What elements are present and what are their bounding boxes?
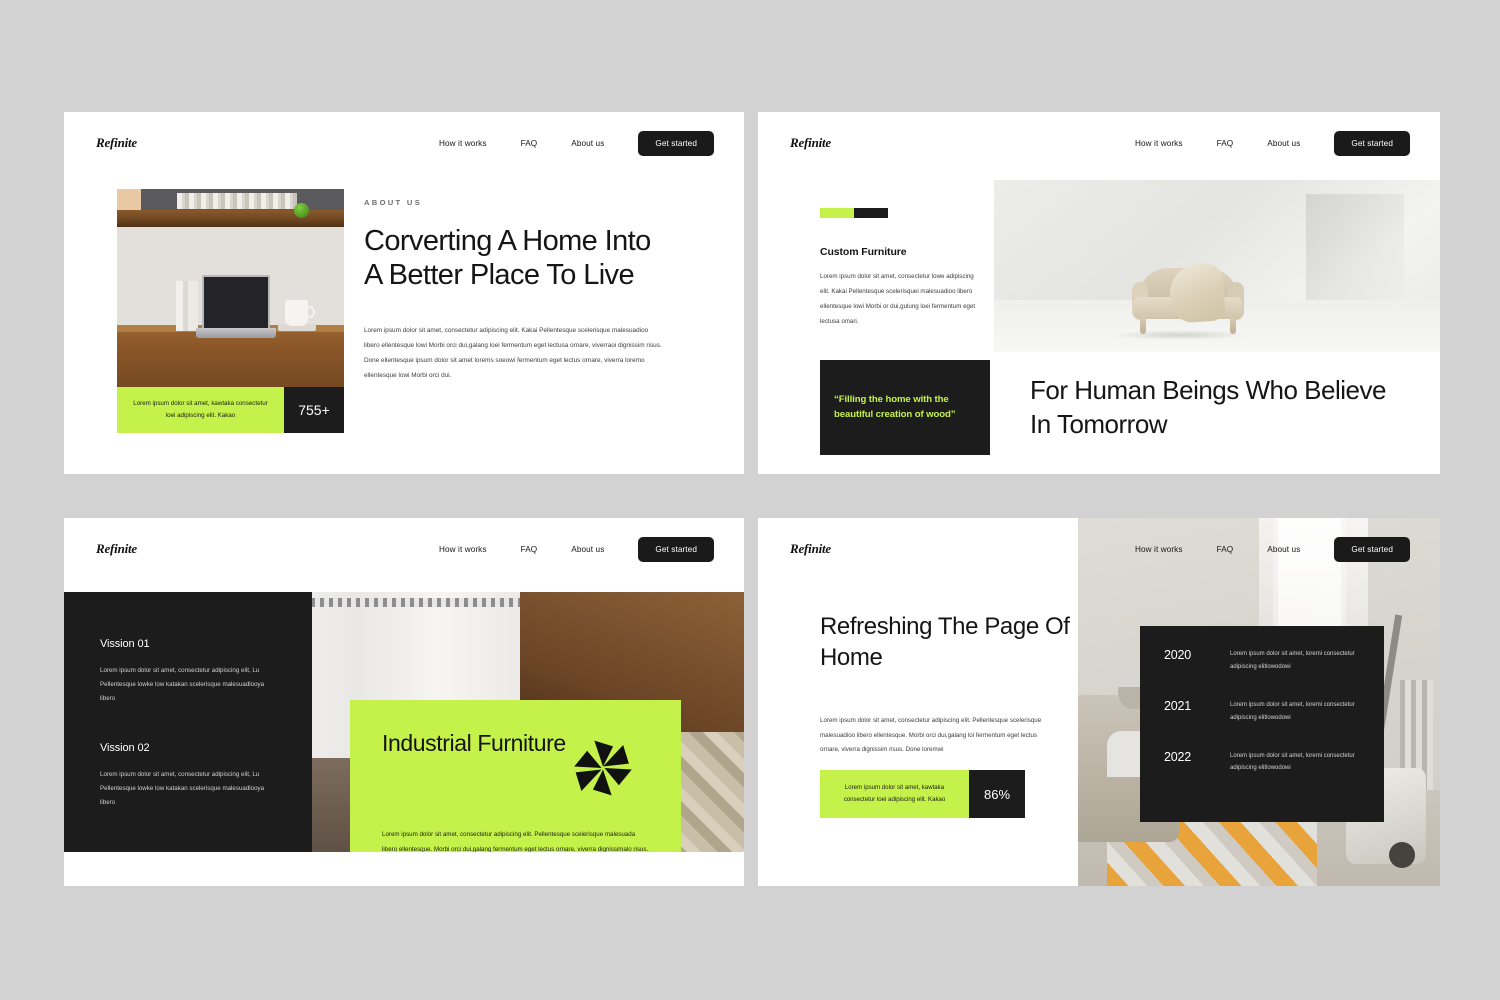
vision-block-01: Vission 01 Lorem ipsum dolor sit amet, c… (100, 638, 278, 706)
nav-link-faq[interactable]: FAQ (1217, 545, 1234, 554)
nav-link-faq[interactable]: FAQ (1217, 139, 1234, 148)
stat-badge-value: 755+ (284, 386, 344, 433)
navbar: Refinite How it works FAQ About us Get s… (758, 518, 1440, 580)
nav-links: How it works FAQ About us Get started (1135, 130, 1410, 156)
chair-leg-right (1230, 318, 1237, 334)
quote-card: “Filling the home with the beautiful cre… (820, 360, 990, 455)
nav-link-about-us[interactable]: About us (571, 139, 604, 148)
nav-links: How it works FAQ About us Get started (439, 130, 714, 156)
nav-link-faq[interactable]: FAQ (521, 139, 538, 148)
pinwheel-icon (574, 740, 632, 796)
slide-3-stage: Vission 01 Lorem ipsum dolor sit amet, c… (64, 592, 744, 852)
slide-deck-preview: Refinite How it works FAQ About us Get s… (0, 0, 1500, 1000)
shelf-edge (117, 189, 141, 210)
laptop-screen (202, 275, 270, 328)
timeline-row: 2022 Lorem ipsum dolor sit amet, loremi … (1164, 750, 1358, 776)
body-paragraph: Lorem ipsum dolor sit amet, consectetur … (820, 273, 976, 325)
page-title: Corverting A Home Into A Better Place To… (364, 225, 651, 291)
armchair-photo (994, 180, 1440, 352)
get-started-button[interactable]: Get started (1334, 130, 1410, 156)
slide-3-industrial-furniture[interactable]: Refinite How it works FAQ About us Get s… (64, 518, 744, 886)
page-title: For Human Beings Who Believe In Tomorrow (1030, 375, 1386, 439)
nav-link-about-us[interactable]: About us (1267, 139, 1300, 148)
chair-leg-left (1140, 318, 1147, 334)
accent-bar-dark (854, 208, 888, 218)
stat-badge: Lorem ipsum dolor sit amet, kawtaka cons… (117, 386, 344, 433)
stat-badge-green-panel: Lorem ipsum dolor sit amet, kawtaka cons… (820, 770, 969, 818)
brand-logo[interactable]: Refinite (790, 135, 831, 151)
navbar: Refinite How it works FAQ About us Get s… (64, 112, 744, 174)
get-started-button[interactable]: Get started (1334, 536, 1410, 562)
slide-4-refreshing-home[interactable]: Refinite How it works FAQ About us Get s… (758, 518, 1440, 886)
stat-badge-green-panel: Lorem ipsum dolor sit amet, kawtaka cons… (117, 386, 284, 433)
timeline-year: 2022 (1164, 749, 1192, 764)
vacuum-wheel (1388, 841, 1415, 868)
timeline-text: Lorem ipsum dolor sit amet, loremi conse… (1230, 651, 1355, 670)
nav-link-about-us[interactable]: About us (1267, 545, 1300, 554)
section-subheading: Custom Furniture (820, 246, 907, 258)
navbar: Refinite How it works FAQ About us Get s… (64, 518, 744, 580)
desk-photo: Lorem ipsum dolor sit amet, kawtaka cons… (117, 189, 344, 433)
shelf-books (177, 193, 297, 209)
navbar: Refinite How it works FAQ About us Get s… (758, 112, 1440, 174)
stat-badge: Lorem ipsum dolor sit amet, kawtaka cons… (820, 770, 1025, 818)
vertical-books (176, 281, 198, 331)
eyebrow-label: ABOUT US (364, 198, 423, 207)
plant-icon (294, 203, 309, 218)
body-paragraph: Lorem ipsum dolor sit amet, consectetur … (820, 717, 1042, 754)
stat-badge-value: 86% (969, 770, 1025, 818)
wooden-shelf (117, 210, 344, 227)
vision-title: Vission 02 (100, 741, 150, 754)
slide-1-content: ABOUT US Corverting A Home Into A Better… (364, 198, 664, 383)
stat-badge-text: Lorem ipsum dolor sit amet, kawtaka cons… (133, 399, 268, 419)
body-paragraph: Lorem ipsum dolor sit amet, consectetur … (364, 326, 662, 379)
stat-badge-text: Lorem ipsum dolor sit amet, kawtaka cons… (843, 783, 946, 803)
nav-links: How it works FAQ About us Get started (1135, 536, 1410, 562)
accent-bar-pair (820, 208, 888, 218)
vision-panel: Vission 01 Lorem ipsum dolor sit amet, c… (64, 592, 312, 852)
brand-logo[interactable]: Refinite (790, 541, 831, 557)
get-started-button[interactable]: Get started (638, 130, 714, 156)
timeline-row: 2020 Lorem ipsum dolor sit amet, loremi … (1164, 648, 1358, 674)
nav-link-how-it-works[interactable]: How it works (1135, 139, 1183, 148)
nav-link-how-it-works[interactable]: How it works (439, 139, 487, 148)
page-title: Refreshing The Page Of Home (820, 613, 1070, 671)
timeline-text: Lorem ipsum dolor sit amet, loremi conse… (1230, 701, 1355, 721)
slide-2-custom-furniture[interactable]: Refinite How it works FAQ About us Get s… (758, 112, 1440, 474)
get-started-button[interactable]: Get started (638, 536, 714, 562)
brand-logo[interactable]: Refinite (96, 541, 137, 557)
quote-text: “Filling the home with the beautiful cre… (834, 393, 956, 420)
brand-logo[interactable]: Refinite (96, 135, 137, 151)
industrial-furniture-card: Industrial Furniture Lorem ipsum dolor s… (350, 700, 681, 852)
nav-link-how-it-works[interactable]: How it works (439, 545, 487, 554)
nav-link-how-it-works[interactable]: How it works (1135, 545, 1183, 554)
vision-body: Lorem ipsum dolor sit amet, consectetur … (100, 667, 265, 702)
vision-title: Vission 01 (100, 638, 150, 650)
accent-bar-green (820, 208, 854, 218)
slide-1-about-us[interactable]: Refinite How it works FAQ About us Get s… (64, 112, 744, 474)
card-body: Lorem ipsum dolor sit amet, consectetur … (382, 831, 649, 852)
timeline-year: 2020 (1164, 648, 1192, 662)
armchair (1132, 262, 1245, 334)
timeline-text: Lorem ipsum dolor sit amet, loremi conse… (1230, 752, 1355, 772)
timeline-row: 2021 Lorem ipsum dolor sit amet, loremi … (1164, 699, 1358, 725)
nav-link-faq[interactable]: FAQ (521, 545, 538, 554)
wall-shadow (1306, 193, 1405, 318)
vision-block-02: Vission 02 Lorem ipsum dolor sit amet, c… (100, 742, 278, 810)
timeline-panel: 2020 Lorem ipsum dolor sit amet, loremi … (1140, 626, 1384, 822)
nav-link-about-us[interactable]: About us (571, 545, 604, 554)
timeline-year: 2021 (1164, 698, 1192, 713)
nav-links: How it works FAQ About us Get started (439, 536, 714, 562)
vision-body: Lorem ipsum dolor sit amet, consectetur … (100, 770, 265, 806)
laptop-keyboard (196, 328, 276, 338)
